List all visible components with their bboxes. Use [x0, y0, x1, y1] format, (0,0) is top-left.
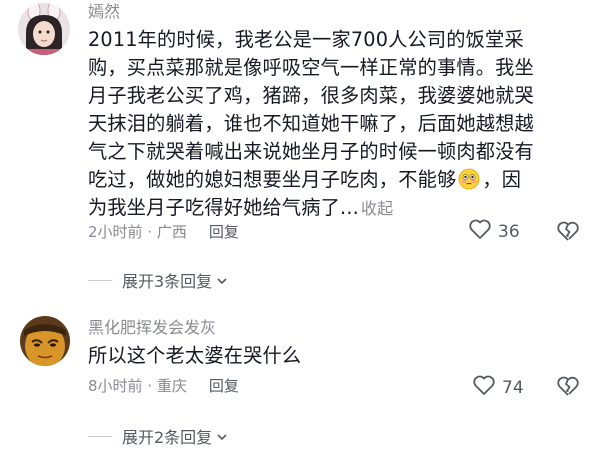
reply-button[interactable]: 回复	[209, 377, 239, 395]
flushed-face-icon	[458, 168, 480, 190]
comment-line-part: 吃过，做她的媳妇想要坐月子吃肉，不能够	[88, 168, 457, 191]
avatar[interactable]	[18, 3, 70, 55]
comment-line: 月子我老公买了鸡，猪蹄，很多肉菜，我婆婆她就哭	[88, 84, 534, 107]
comment-line: 天抹泪的躺着，谁也不知道她干嘛了，后面她越想越	[88, 112, 534, 135]
avatar[interactable]	[20, 316, 70, 366]
broken-heart-icon	[556, 221, 580, 246]
broken-heart-icon	[556, 376, 580, 401]
divider	[88, 435, 112, 437]
comment-line: 气之下就哭着喊出来说她坐月子的时候一顿肉都没有	[88, 140, 534, 163]
expand-replies-label: 展开3条回复	[122, 272, 213, 291]
comment-username[interactable]: 黑化肥挥发会发灰	[88, 318, 216, 338]
like-button[interactable]: 74	[472, 374, 524, 401]
comment-meta: 8小时前 · 重庆 回复	[88, 376, 239, 396]
expand-replies-button[interactable]: 展开2条回复	[88, 424, 228, 448]
like-count: 36	[498, 221, 520, 242]
collapse-link[interactable]: 收起	[361, 199, 393, 218]
comment-text: 2011年的时候，我老公是一家700人公司的饭堂采 购，买点菜那就是像呼吸空气一…	[88, 26, 588, 223]
meta-separator: ·	[142, 223, 157, 241]
chevron-down-icon	[216, 271, 228, 290]
like-button[interactable]: 36	[468, 218, 520, 245]
like-count: 74	[502, 377, 524, 398]
expand-replies-label: 展开2条回复	[122, 428, 213, 447]
comment-time: 8小时前	[88, 377, 143, 395]
comment-location: 重庆	[156, 377, 187, 395]
comment-line: 吃过，做她的媳妇想要坐月子吃肉，不能够 ，因	[88, 166, 588, 194]
heart-icon	[472, 374, 496, 401]
reply-button[interactable]: 回复	[209, 223, 239, 241]
expand-replies-button[interactable]: 展开3条回复	[88, 268, 228, 292]
comment-meta: 2小时前 · 广西 回复	[88, 222, 239, 242]
comment-line: 2011年的时候，我老公是一家700人公司的饭堂采	[88, 28, 524, 51]
comment-line-part: 为我坐月子吃得好她给气病了...	[88, 196, 359, 219]
meta-separator: ·	[142, 377, 157, 395]
comment-time: 2小时前	[88, 223, 143, 241]
comment-line-part: ，因	[482, 168, 522, 191]
comment-location: 广西	[156, 223, 187, 241]
comment-username[interactable]: 嫣然	[88, 2, 120, 22]
heart-icon	[468, 218, 492, 245]
dislike-button[interactable]	[556, 220, 580, 246]
divider	[88, 279, 112, 281]
chevron-down-icon	[216, 427, 228, 446]
comment-text: 所以这个老太婆在哭什么	[88, 344, 302, 367]
comment-line: 购，买点菜那就是像呼吸空气一样正常的事情。我坐	[88, 56, 534, 79]
dislike-button[interactable]	[556, 375, 580, 401]
